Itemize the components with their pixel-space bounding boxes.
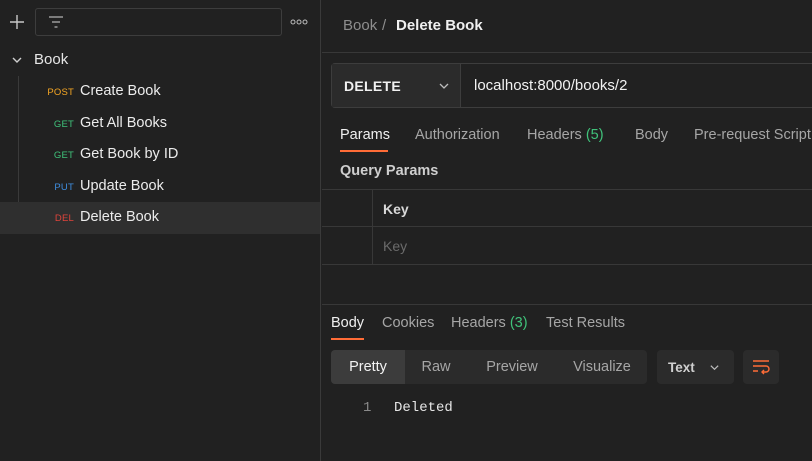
sidebar-item-update-book[interactable]: PUT Update Book [0,171,320,203]
tab-label: Pre-request Script [694,127,811,143]
request-title: Get All Books [80,114,168,131]
request-tabs: Params Authorization Headers (5) Body Pr… [322,120,812,152]
table-header-row: Key [322,190,812,227]
wrap-lines-icon [753,360,770,375]
format-raw-button[interactable]: Raw [405,350,467,384]
active-tab-indicator [340,150,388,152]
sidebar: Book POST Create Book GET Get All Books … [0,0,321,461]
sidebar-item-get-book-by-id[interactable]: GET Get Book by ID [0,139,320,171]
request-title: Update Book [80,177,164,194]
filter-input[interactable] [35,8,282,36]
request-title: Delete Book [80,209,159,225]
breadcrumb-separator: / [382,17,387,34]
query-params-table: Key [322,189,812,265]
more-horizontal-icon [290,19,308,25]
format-pretty-button[interactable]: Pretty [331,350,405,384]
response-pane-divider[interactable] [322,304,812,305]
query-params-title: Query Params [340,163,439,179]
tab-authorization[interactable]: Authorization [415,127,500,143]
line-number: 1 [363,400,372,416]
wrap-lines-button[interactable] [743,350,779,384]
tab-test-results[interactable]: Test Results [546,315,625,331]
tab-label: Params [340,127,390,143]
language-select-value: Text [668,360,695,375]
breadcrumb-request[interactable]: Delete Book [396,17,483,34]
tab-label: Cookies [382,315,435,331]
request-editor: Book / Delete Book DELETE Params Authori… [322,0,812,461]
tab-label: Body [635,127,669,143]
breadcrumb: Book / Delete Book [322,0,812,53]
line-text: Deleted [394,400,453,416]
format-toggle-group: Pretty Raw Preview Visualize [331,350,647,384]
sidebar-item-get-all-books[interactable]: GET Get All Books [0,108,320,140]
tab-response-body[interactable]: Body [331,315,364,331]
tab-label: Headers [451,315,506,331]
tab-params[interactable]: Params [340,127,390,143]
format-preview-button[interactable]: Preview [467,350,557,384]
param-key-input[interactable] [374,228,804,264]
tab-body[interactable]: Body [635,127,668,143]
chevron-down-icon [439,83,449,89]
tab-response-headers[interactable]: Headers (3) [451,315,528,331]
tab-label: Headers [527,127,582,143]
chevron-down-icon[interactable] [10,53,24,67]
format-visualize-button[interactable]: Visualize [557,350,647,384]
request-title: Create Book [80,83,161,99]
more-options-button[interactable] [288,14,310,30]
method-badge: GET [53,118,74,130]
response-tabs: Body Cookies Headers (3) Test Results [322,308,812,340]
column-header-key: Key [383,201,409,217]
language-select[interactable]: Text [657,350,734,384]
request-title: Get Book by ID [80,146,179,162]
tab-count: (5) [585,127,604,143]
tab-label: Authorization [415,127,500,143]
active-tab-indicator [331,338,364,340]
method-badge: PUT [54,181,74,193]
collection-name: Book [34,51,69,68]
request-list: POST Create Book GET Get All Books GET G… [0,76,320,234]
url-input[interactable] [462,64,812,107]
tab-label: Body [331,315,365,331]
sidebar-toolbar [0,0,320,44]
method-badge: GET [53,150,74,161]
collection-item[interactable]: Book [0,46,320,74]
table-divider [372,190,373,265]
filter-icon [49,16,63,28]
tab-headers[interactable]: Headers (5) [527,127,604,143]
tab-label: Test Results [546,315,625,331]
sidebar-item-create-book[interactable]: POST Create Book [0,76,320,108]
response-line: 1 Deleted [322,399,812,417]
new-button[interactable] [6,11,28,33]
chevron-down-icon [710,365,719,371]
method-select-value: DELETE [344,78,402,94]
breadcrumb-collection[interactable]: Book [343,17,377,34]
sidebar-item-delete-book[interactable]: DEL Delete Book [0,202,320,234]
tab-count: (3) [509,315,528,331]
tab-cookies[interactable]: Cookies [382,315,434,331]
method-select[interactable]: DELETE [332,64,461,107]
plus-icon [10,15,24,29]
url-bar: DELETE [331,63,812,108]
method-badge: POST [47,87,74,98]
tab-pre-request-script[interactable]: Pre-request Script [694,127,811,143]
method-badge: DEL [54,213,74,224]
